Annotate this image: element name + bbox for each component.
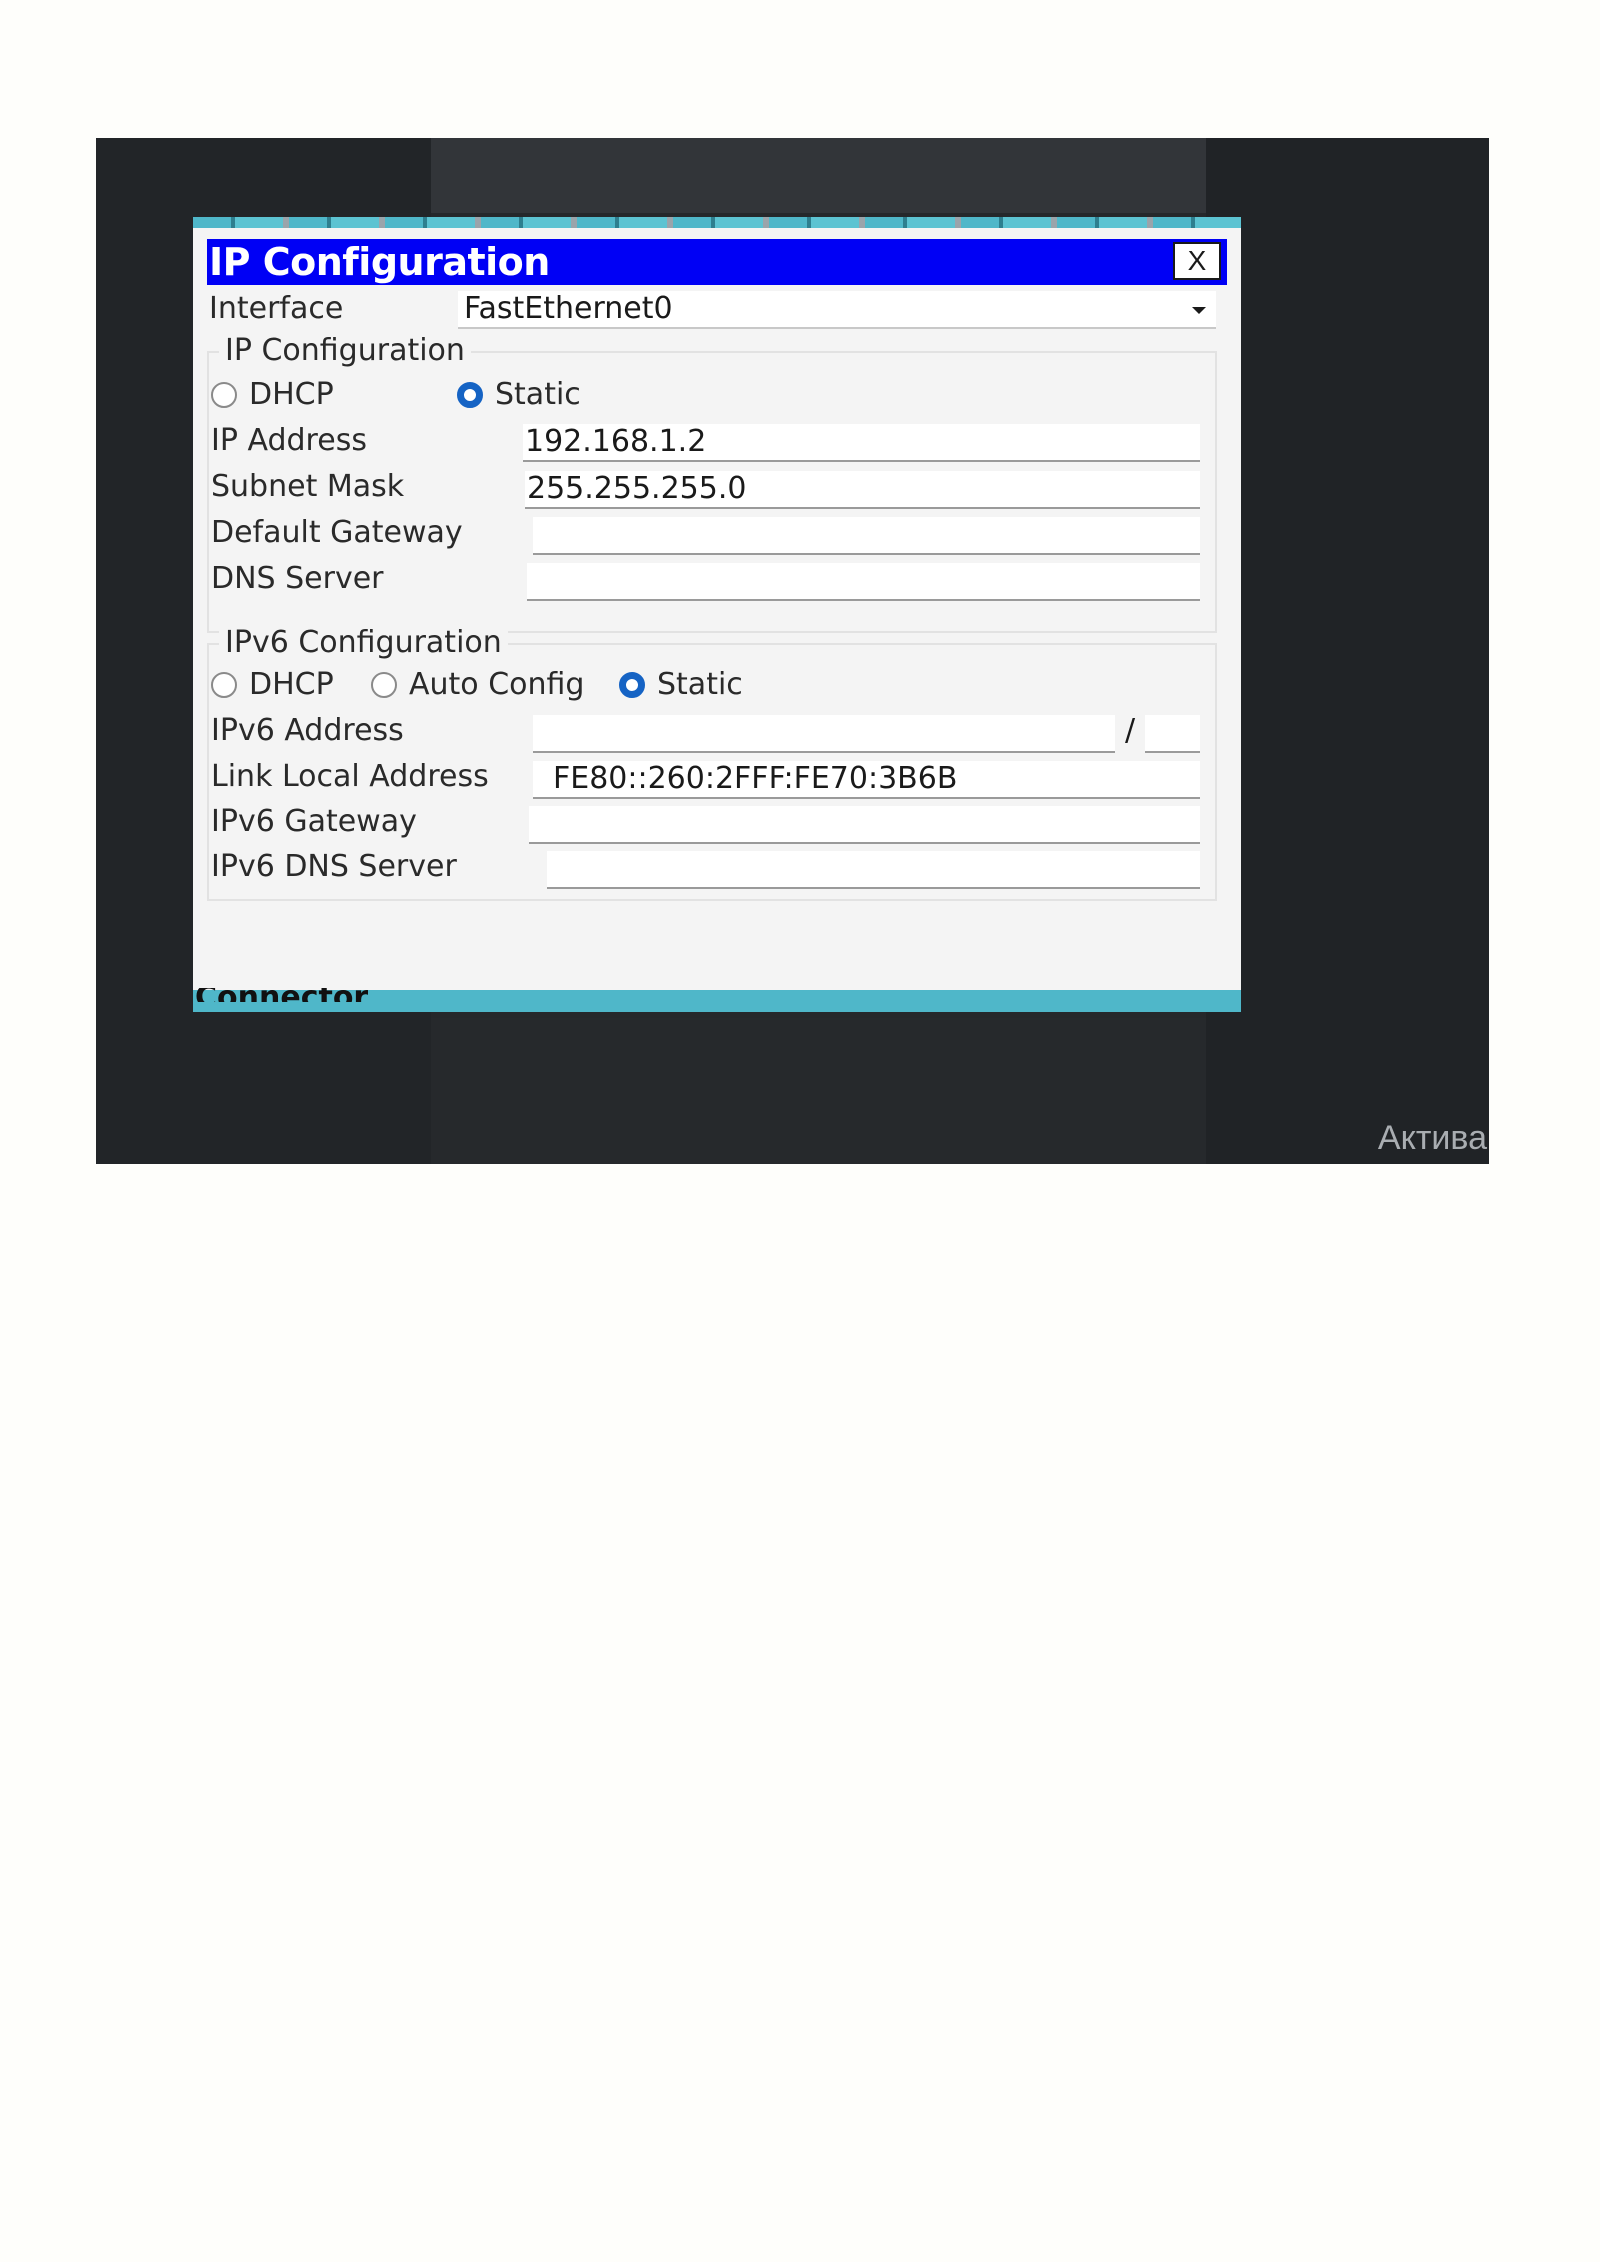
prefix-separator: / (1125, 713, 1136, 748)
default-gateway-field[interactable] (533, 517, 1200, 555)
ipv6-address-field[interactable] (533, 715, 1115, 753)
partial-connector-label: Connector (195, 988, 368, 1002)
background-right-panel (1206, 138, 1489, 1164)
screenshot-frame: IP Configuration X Interface FastEtherne… (96, 138, 1489, 1164)
interface-select[interactable]: FastEthernet0 (458, 291, 1216, 329)
ipv6-dns-server-field[interactable] (547, 851, 1200, 889)
subnet-mask-value: 255.255.255.0 (527, 471, 747, 506)
ipv6-static-label: Static (657, 667, 743, 702)
ipv4-group-caption: IP Configuration (219, 333, 471, 369)
default-gateway-label: Default Gateway (211, 515, 463, 550)
link-local-value: FE80::260:2FFF:FE70:3B6B (553, 761, 958, 796)
dns-server-field[interactable] (527, 563, 1200, 601)
close-button[interactable]: X (1173, 242, 1221, 280)
ip-address-label: IP Address (211, 423, 367, 458)
ipv6-auto-config-label: Auto Config (409, 667, 585, 702)
dns-server-label: DNS Server (211, 561, 384, 596)
ipv4-static-radio[interactable]: Static (457, 377, 581, 413)
subnet-mask-label: Subnet Mask (211, 469, 405, 504)
chevron-down-icon (1192, 307, 1206, 314)
ipv4-static-label: Static (495, 377, 581, 412)
ip-address-value: 192.168.1.2 (525, 424, 707, 459)
ipv6-gateway-field[interactable] (529, 806, 1200, 844)
ipv6-group-caption: IPv6 Configuration (219, 625, 508, 661)
ipv6-gateway-label: IPv6 Gateway (211, 804, 417, 839)
title-bar: IP Configuration X (207, 239, 1227, 285)
radio-unchecked-icon (211, 672, 237, 698)
activation-watermark: Актива (1377, 1119, 1487, 1157)
radio-unchecked-icon (211, 382, 237, 408)
ipv6-dns-server-label: IPv6 DNS Server (211, 849, 457, 884)
ipv6-prefix-field[interactable] (1145, 715, 1200, 753)
ipv6-address-label: IPv6 Address (211, 713, 404, 748)
ipv6-auto-config-radio[interactable]: Auto Config (371, 667, 584, 703)
radio-checked-icon (457, 382, 483, 408)
ip-address-field[interactable]: 192.168.1.2 (523, 424, 1200, 462)
ip-configuration-window: IP Configuration X Interface FastEtherne… (193, 217, 1241, 1012)
ipv6-dhcp-label: DHCP (249, 667, 334, 702)
ipv4-dhcp-radio[interactable]: DHCP (211, 377, 334, 413)
link-local-field[interactable]: FE80::260:2FFF:FE70:3B6B (533, 761, 1200, 799)
subnet-mask-field[interactable]: 255.255.255.0 (525, 471, 1200, 509)
ipv6-static-radio[interactable]: Static (619, 667, 743, 703)
interface-label: Interface (209, 291, 344, 326)
ipv4-dhcp-label: DHCP (249, 377, 334, 412)
interface-selected-value: FastEthernet0 (464, 291, 673, 326)
ipv6-dhcp-radio[interactable]: DHCP (211, 667, 334, 703)
window-top-strip (193, 217, 1241, 228)
dialog-title: IP Configuration (209, 240, 550, 284)
link-local-label: Link Local Address (211, 759, 489, 794)
background-bottom-panel (431, 1018, 1206, 1164)
radio-checked-icon (619, 672, 645, 698)
radio-unchecked-icon (371, 672, 397, 698)
background-top-panel (431, 138, 1206, 213)
